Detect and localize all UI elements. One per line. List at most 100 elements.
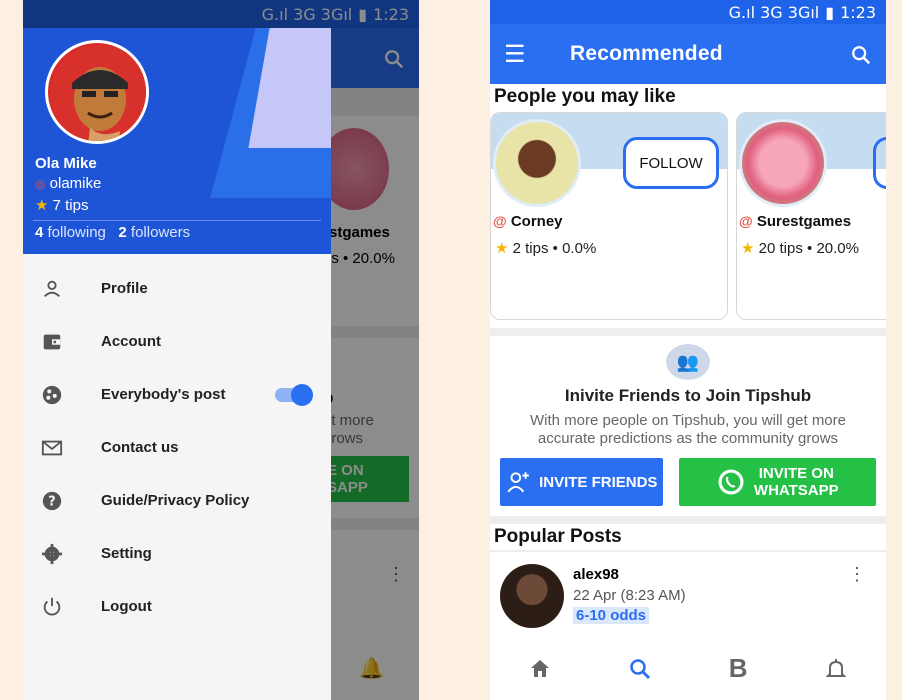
avatar[interactable] <box>493 119 581 207</box>
people-heading: People you may like <box>490 84 886 110</box>
invite-description: With more people on Tipshub, you will ge… <box>530 412 846 447</box>
more-options-icon[interactable]: ⋮ <box>848 564 866 585</box>
followers-label: followers <box>130 224 191 241</box>
person-stats: ★ 2 tips • 0.0% <box>495 239 596 257</box>
profile-avatar[interactable] <box>45 40 149 144</box>
wallet-icon <box>41 330 101 353</box>
username-text: olamike <box>49 175 102 192</box>
search-icon[interactable] <box>850 41 872 67</box>
popular-heading: Popular Posts <box>490 524 886 550</box>
person-name-text: Corney <box>510 213 563 230</box>
power-icon <box>41 595 101 618</box>
clock: 1:23 <box>840 2 876 22</box>
follow-button[interactable]: FOLLOW <box>623 137 719 189</box>
network-indicator: G.ıl 3G 3Gıl <box>728 2 820 22</box>
person-card[interactable]: FOLLOW @ Corney ★ 2 tips • 0.0% <box>490 112 728 320</box>
group-icon: 👥 <box>666 344 710 380</box>
follow-button-partial[interactable] <box>873 137 886 189</box>
right-phone-screen: G.ıl 3G 3Gıl ▮ 1:23 ☰ Recommended People… <box>490 0 886 700</box>
app-bar: ☰ Recommended <box>490 24 886 84</box>
whatsapp-icon <box>716 467 746 497</box>
star-icon: ★ <box>741 240 755 257</box>
drawer-tips: ★ 7 tips <box>35 196 88 214</box>
following-count: 4 <box>35 224 44 241</box>
whatsapp-label-line2: WHATSAPP <box>753 482 839 499</box>
person-name[interactable]: @ Surestgames <box>739 213 851 230</box>
avatar[interactable] <box>739 119 827 207</box>
menu-label: Contact us <box>101 439 179 456</box>
odds-badge: 6-10 odds <box>573 607 650 624</box>
at-icon: ◎ <box>35 177 46 191</box>
post-timestamp: 22 Apr (8:23 AM) <box>573 587 686 604</box>
follow-counts[interactable]: 4 following 2 followers <box>35 224 190 241</box>
drawer-header: Ola Mike ◎ olamike ★ 7 tips 4 following … <box>23 28 331 254</box>
star-icon: ★ <box>495 240 509 257</box>
menu-item-contact-us[interactable]: Contact us <box>23 421 331 474</box>
invite-whatsapp-button[interactable]: INVITE ON WHATSAPP <box>678 458 876 506</box>
drawer-username: ◎ olamike <box>35 175 101 192</box>
tips-label: tips <box>525 240 549 257</box>
invite-friends-button[interactable]: INVITE FRIENDS <box>500 458 663 506</box>
menu-label: Everybody's post <box>101 386 226 403</box>
gear-icon <box>41 542 101 565</box>
drawer-user-name: Ola Mike <box>35 155 97 172</box>
drawer-menu: Profile Account Everybody's post Contact… <box>23 254 331 633</box>
battery-icon: ▮ <box>825 2 835 22</box>
menu-label: Setting <box>101 545 152 562</box>
menu-label: Account <box>101 333 161 350</box>
person-card[interactable]: @ Surestgames ★ 20 tips • 20.0% <box>736 112 886 320</box>
invite-friends-card: 👥 Inivite Friends to Join Tipshub With m… <box>490 336 886 516</box>
person-icon <box>41 277 101 300</box>
bottom-navigation: B <box>490 636 886 700</box>
divider <box>33 220 321 221</box>
people-carousel[interactable]: FOLLOW @ Corney ★ 2 tips • 0.0% @ Surest… <box>490 110 886 328</box>
avatar[interactable] <box>500 564 564 628</box>
help-icon: ? <box>41 489 101 512</box>
navigation-drawer: Ola Mike ◎ olamike ★ 7 tips 4 following … <box>23 28 331 700</box>
star-icon: ★ <box>35 197 49 214</box>
search-tab-icon[interactable] <box>628 655 652 681</box>
separator-dot: • <box>552 240 558 257</box>
whatsapp-label: INVITE ON WHATSAPP <box>754 465 839 499</box>
betslip-icon[interactable]: B <box>729 653 748 684</box>
globe-icon <box>41 383 101 406</box>
page-title: Recommended <box>570 42 723 65</box>
tips-text: 7 tips <box>52 197 89 214</box>
everybodys-post-toggle[interactable] <box>275 383 313 406</box>
menu-icon[interactable]: ☰ <box>504 40 538 69</box>
tips-count: 20 <box>758 240 776 257</box>
person-name-text: Surestgames <box>756 213 852 230</box>
post-username[interactable]: alex98 <box>573 566 619 583</box>
menu-item-account[interactable]: Account <box>23 315 331 368</box>
menu-item-profile[interactable]: Profile <box>23 262 331 315</box>
status-bar: G.ıl 3G 3Gıl ▮ 1:23 <box>490 0 886 24</box>
menu-label: Logout <box>101 598 152 615</box>
menu-item-guide-privacy[interactable]: ? Guide/Privacy Policy <box>23 474 331 527</box>
at-icon: @ <box>493 213 507 229</box>
add-user-icon <box>505 469 531 495</box>
followers-count: 2 <box>118 224 127 241</box>
at-icon: @ <box>739 213 753 229</box>
home-icon[interactable] <box>528 655 552 681</box>
menu-item-everybodys-post[interactable]: Everybody's post <box>23 368 331 421</box>
menu-label: Guide/Privacy Policy <box>101 492 250 509</box>
svg-text:?: ? <box>48 494 55 509</box>
mail-icon <box>41 436 101 459</box>
notification-bell-icon[interactable] <box>824 655 848 681</box>
left-phone-screen: G.ıl 3G 3Gıl ▮ 1:23 ☰ Recommended stgame… <box>23 0 419 700</box>
invite-title: Inivite Friends to Join Tipshub <box>564 386 812 405</box>
tips-label: tips <box>779 240 803 257</box>
menu-item-logout[interactable]: Logout <box>23 580 331 633</box>
menu-label: Profile <box>101 280 148 297</box>
tips-count: 2 <box>512 240 521 257</box>
win-percentage: 0.0% <box>562 240 597 257</box>
post-item[interactable]: alex98 22 Apr (8:23 AM) 6-10 odds ⋮ <box>490 552 886 638</box>
person-stats: ★ 20 tips • 20.0% <box>741 239 859 257</box>
whatsapp-label-line1: INVITE ON <box>758 465 834 482</box>
following-label: following <box>47 224 106 241</box>
person-name[interactable]: @ Corney <box>493 213 563 230</box>
separator-dot: • <box>807 240 813 257</box>
invite-friends-label: INVITE FRIENDS <box>539 473 658 491</box>
win-percentage: 20.0% <box>816 240 859 257</box>
menu-item-setting[interactable]: Setting <box>23 527 331 580</box>
